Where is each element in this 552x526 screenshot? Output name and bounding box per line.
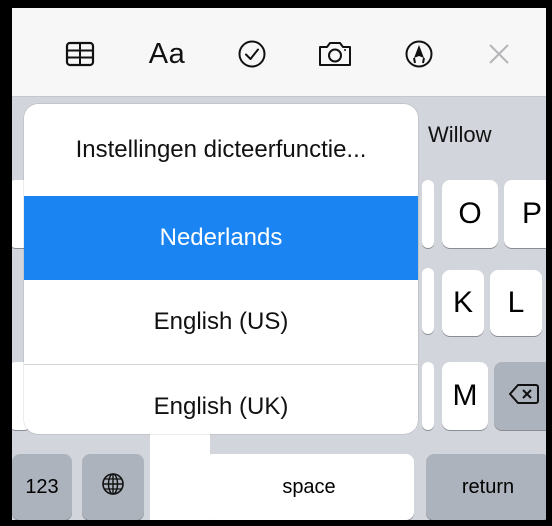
text-format-button[interactable]: Aa: [142, 32, 192, 76]
close-button[interactable]: [474, 32, 524, 76]
language-item-english-uk[interactable]: English (UK): [24, 365, 418, 434]
numbers-key[interactable]: 123: [12, 454, 72, 520]
language-item-english-us[interactable]: English (US): [24, 280, 418, 364]
checkmark-circle-icon: [237, 39, 267, 69]
dictation-settings-label: Instellingen dicteerfunctie...: [75, 136, 367, 163]
markup-pen-icon: [404, 39, 434, 69]
camera-button[interactable]: [310, 32, 360, 76]
delete-key[interactable]: [494, 362, 546, 430]
table-button[interactable]: [55, 32, 105, 76]
screen: Aa Willow O P K L M 123 space return Ins…: [0, 0, 552, 526]
key-l[interactable]: L: [490, 270, 542, 336]
popover-stem: [150, 428, 210, 520]
language-label: English (UK): [153, 393, 289, 420]
delete-backward-icon: [509, 379, 539, 413]
checklist-button[interactable]: [227, 32, 277, 76]
key-p[interactable]: P: [504, 180, 546, 248]
space-key[interactable]: space: [204, 454, 414, 520]
key-n[interactable]: [422, 362, 434, 430]
table-icon: [65, 41, 95, 67]
markup-button[interactable]: [394, 32, 444, 76]
return-key[interactable]: return: [426, 454, 546, 520]
language-label: English (US): [153, 308, 289, 335]
keyboard-toolbar: Aa: [12, 8, 546, 97]
camera-icon: [317, 39, 353, 69]
suggestion-word[interactable]: Willow: [428, 122, 492, 148]
dictation-settings-item[interactable]: Instellingen dicteerfunctie...: [24, 104, 418, 196]
key-o[interactable]: O: [442, 180, 498, 248]
key-k[interactable]: K: [442, 270, 484, 336]
keyboard-area: Aa Willow O P K L M 123 space return Ins…: [12, 8, 546, 520]
text-format-icon: Aa: [148, 37, 186, 70]
key-m[interactable]: M: [442, 362, 488, 430]
dictation-language-popover: Instellingen dicteerfunctie... Nederland…: [24, 104, 418, 434]
globe-icon: [101, 470, 125, 504]
key-i[interactable]: [422, 180, 434, 248]
language-item-nederlands[interactable]: Nederlands: [24, 196, 418, 280]
close-icon: [486, 41, 512, 67]
language-label: Nederlands: [159, 224, 283, 251]
key-j[interactable]: [422, 268, 434, 334]
globe-key[interactable]: [82, 454, 144, 520]
